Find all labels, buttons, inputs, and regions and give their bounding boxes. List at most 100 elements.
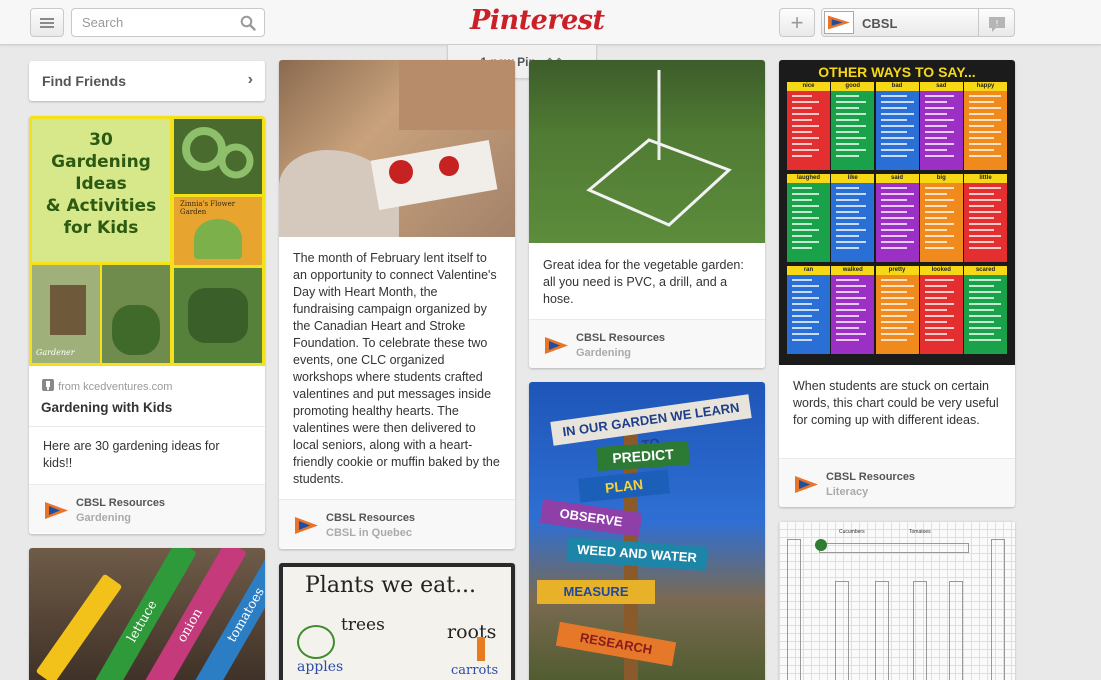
pin-image-plant-markers[interactable]: lettuce onion tomatoes (29, 548, 265, 680)
word-grid: nice good bad sad happy laughed like said big lit… (787, 82, 1007, 362)
word-column-header: big (919, 174, 963, 183)
menu-button[interactable] (30, 8, 64, 37)
word-column-header: ran (787, 266, 830, 275)
pin-image-garden-signpost[interactable]: IN OUR GARDEN WE LEARN TO.. PREDICT PLAN… (529, 382, 765, 680)
word-column: scared (964, 266, 1007, 354)
sign: MEASURE (537, 580, 655, 604)
word-column: little (964, 174, 1007, 262)
pin-description: When students are stuck on certain words… (793, 379, 999, 427)
word-column-header: laughed (787, 174, 830, 183)
plan-label: Cucumbers (839, 529, 865, 535)
pin-description: Great idea for the vegetable garden: all… (543, 258, 744, 306)
notification-icon: ! (989, 17, 1005, 32)
chart-title: Plants we eat... (305, 573, 477, 598)
word-column: laughed (787, 174, 830, 262)
pin-attribution[interactable]: CBSL Resources CBSL in Quebec (279, 499, 515, 548)
word-column: sad (919, 82, 963, 170)
chart-label: carrots (451, 663, 499, 678)
chevron-right-icon: › (247, 71, 253, 88)
word-column-header: bad (875, 82, 919, 91)
pin-image-plants-we-eat[interactable]: Plants we eat... trees roots apples carr… (279, 563, 515, 680)
pin-card-garden-plan[interactable]: Cucumbers Tomatoes (779, 521, 1015, 680)
chart-title: OTHER WAYS TO SAY... (818, 64, 976, 80)
avatar (545, 337, 568, 354)
profile-name: CBSL (862, 16, 898, 31)
avatar (824, 11, 854, 34)
word-column: happy (964, 82, 1007, 170)
chart-label: roots (447, 621, 497, 643)
pin-image-title: 30 Gardening Ideas & Activities for Kids (45, 130, 157, 238)
profile-button[interactable]: CBSL (821, 8, 979, 37)
sign: WEED AND WATER (566, 537, 708, 571)
word-column-header: little (964, 174, 1007, 183)
word-column: said (875, 174, 919, 262)
avatar (295, 517, 318, 534)
pin-attribution[interactable]: CBSL Resources Gardening (29, 484, 265, 533)
word-column: bad (875, 82, 919, 170)
word-column: pretty (875, 266, 919, 354)
sign: PLAN (577, 469, 671, 503)
avatar (795, 476, 818, 493)
pin-image-other-ways[interactable]: OTHER WAYS TO SAY... nice good bad sad happy… (779, 60, 1015, 365)
word-column: like (831, 174, 875, 262)
chart-label: apples (297, 659, 344, 675)
search-box (71, 8, 265, 37)
pin-image-garden-plan[interactable]: Cucumbers Tomatoes (779, 521, 1015, 680)
find-friends-label: Find Friends (42, 73, 126, 89)
top-nav-bar: Pinterest + CBSL ! (0, 0, 1101, 45)
chart-label: trees (341, 615, 385, 635)
pin-source-icon (42, 379, 54, 391)
pinner-name[interactable]: CBSL Resources (826, 471, 915, 483)
pin-title[interactable]: Gardening with Kids (41, 400, 253, 415)
word-column-header: said (875, 174, 919, 183)
pin-attribution[interactable]: CBSL Resources Literacy (779, 458, 1015, 507)
word-column: ran (787, 266, 830, 354)
pin-description: Here are 30 gardening ideas for kids!! (43, 439, 220, 470)
sign: RESEARCH (555, 621, 677, 667)
pin-description: The month of February lent itself to an … (293, 251, 500, 486)
pin-card-valentines[interactable]: The month of February lent itself to an … (279, 60, 515, 549)
board-name[interactable]: CBSL in Quebec (326, 527, 412, 539)
board-name[interactable]: Literacy (826, 486, 868, 498)
plan-label: Tomatoes (909, 529, 931, 535)
pin-source[interactable]: from kcedventures.com (58, 381, 172, 393)
pinner-name[interactable]: CBSL Resources (576, 332, 665, 344)
sign: IN OUR GARDEN WE LEARN TO.. (550, 394, 752, 452)
word-column-header: good (831, 82, 875, 91)
svg-text:!: ! (995, 19, 998, 28)
pin-image-valentines[interactable] (279, 60, 515, 237)
board-name[interactable]: Gardening (576, 347, 631, 359)
word-column: nice (787, 82, 830, 170)
pinner-name[interactable]: CBSL Resources (326, 512, 415, 524)
pin-card-other-ways[interactable]: OTHER WAYS TO SAY... nice good bad sad happy… (779, 60, 1015, 507)
pin-card-garden-signpost[interactable]: IN OUR GARDEN WE LEARN TO.. PREDICT PLAN… (529, 382, 765, 680)
pin-image-pvc-garden[interactable] (529, 60, 765, 243)
word-column-header: sad (919, 82, 963, 91)
pin-card-gardening[interactable]: 30 Gardening Ideas & Activities for Kids… (29, 116, 265, 534)
word-column-header: walked (831, 266, 875, 275)
word-column-header: nice (787, 82, 830, 91)
word-column-header: scared (964, 266, 1007, 275)
pinner-name[interactable]: CBSL Resources (76, 497, 165, 509)
board-name[interactable]: Gardening (76, 512, 131, 524)
word-column: walked (831, 266, 875, 354)
menu-icon (40, 18, 54, 20)
search-icon[interactable] (240, 15, 256, 31)
find-friends-button[interactable]: Find Friends › (29, 61, 265, 101)
word-column: looked (919, 266, 963, 354)
sign: PREDICT (596, 440, 690, 472)
avatar (45, 502, 68, 519)
search-input[interactable] (72, 9, 232, 36)
word-column: big (919, 174, 963, 262)
add-pin-button[interactable]: + (779, 8, 815, 37)
pin-attribution[interactable]: CBSL Resources Gardening (529, 319, 765, 368)
pin-image-gardening[interactable]: 30 Gardening Ideas & Activities for Kids… (29, 116, 265, 366)
pin-card-plant-markers[interactable]: lettuce onion tomatoes (29, 548, 265, 680)
word-column-header: looked (919, 266, 963, 275)
pinterest-logo[interactable]: Pinterest (470, 5, 605, 36)
pin-card-plants-we-eat[interactable]: Plants we eat... trees roots apples carr… (279, 563, 515, 680)
plus-icon: + (790, 10, 804, 35)
notifications-button[interactable]: ! (979, 8, 1015, 37)
pin-card-pvc-garden[interactable]: Great idea for the vegetable garden: all… (529, 60, 765, 368)
word-column-header: pretty (875, 266, 919, 275)
